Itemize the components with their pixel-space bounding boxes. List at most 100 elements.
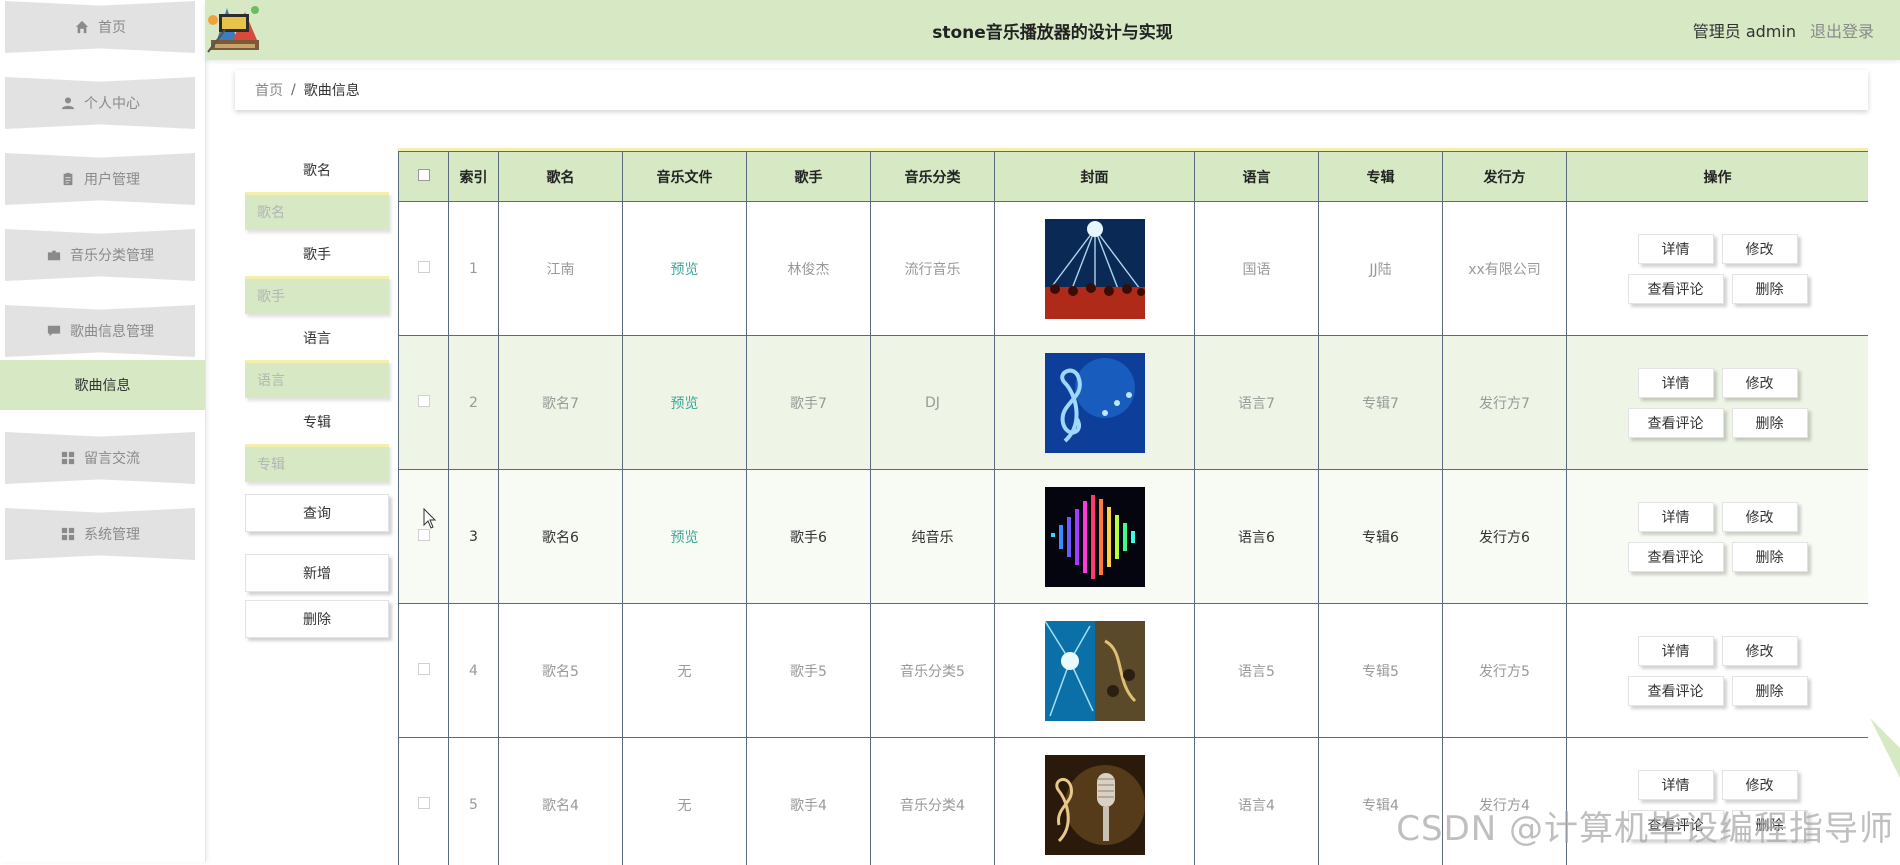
clipboard-icon — [60, 171, 76, 187]
detail-button[interactable]: 详情 — [1638, 234, 1714, 264]
breadcrumb-home[interactable]: 首页 — [255, 80, 283, 100]
actions-cell: 详情修改查看评论删除 — [1567, 470, 1869, 604]
language-input[interactable] — [245, 360, 389, 398]
row-checkbox[interactable] — [418, 797, 430, 809]
sidebar-subitem-song-info[interactable]: 歌曲信息 — [0, 360, 205, 410]
edit-button[interactable]: 修改 — [1722, 368, 1798, 398]
album-cell: 专辑6 — [1319, 470, 1443, 604]
edit-button[interactable]: 修改 — [1722, 234, 1798, 264]
publisher-cell: 发行方6 — [1443, 470, 1567, 604]
view-comments-button[interactable]: 查看评论 — [1628, 542, 1724, 572]
user-icon — [60, 95, 76, 111]
breadcrumb-separator: / — [291, 82, 296, 98]
column-header: 专辑 — [1319, 152, 1443, 202]
sidebar-item-label: 音乐分类管理 — [70, 245, 154, 265]
song-name-cell: 江南 — [499, 202, 623, 336]
delete-button[interactable]: 删除 — [1732, 542, 1808, 572]
sidebar-item-song-info[interactable]: 歌曲信息管理 — [5, 305, 195, 357]
song-name-input[interactable] — [245, 192, 389, 230]
chat-icon — [46, 323, 62, 339]
actions-cell: 详情修改查看评论删除 — [1567, 604, 1869, 738]
music-file-preview-link[interactable]: 预览 — [671, 262, 699, 278]
publisher-cell: xx有限公司 — [1443, 202, 1567, 336]
row-select-cell[interactable] — [399, 336, 449, 470]
delete-button[interactable]: 删除 — [1732, 676, 1808, 706]
cover-image — [1045, 395, 1145, 411]
breadcrumb: 首页 / 歌曲信息 — [235, 70, 1868, 110]
music-file-cell: 无 — [623, 738, 747, 865]
mouse-cursor-icon — [423, 508, 437, 530]
sidebar-item-label: 首页 — [98, 17, 126, 37]
delete-button[interactable]: 删除 — [1732, 408, 1808, 438]
edit-button[interactable]: 修改 — [1722, 770, 1798, 800]
music-file-preview-link[interactable]: 预览 — [671, 396, 699, 412]
sidebar-item-home[interactable]: 首页 — [5, 1, 195, 53]
album-input[interactable] — [245, 444, 389, 482]
singer-cell: 歌手7 — [747, 336, 871, 470]
language-cell: 语言5 — [1195, 604, 1319, 738]
album-cell: 专辑5 — [1319, 604, 1443, 738]
column-header: 音乐文件 — [623, 152, 747, 202]
row-checkbox[interactable] — [418, 261, 430, 273]
detail-button[interactable]: 详情 — [1638, 502, 1714, 532]
corner-decoration — [1870, 718, 1900, 778]
grid-icon — [60, 450, 76, 466]
delete-button[interactable]: 删除 — [1732, 274, 1808, 304]
cover-cell — [995, 336, 1195, 470]
singer-input[interactable] — [245, 276, 389, 314]
grid-icon — [60, 526, 76, 542]
column-header: 索引 — [449, 152, 499, 202]
sidebar-item-label: 系统管理 — [84, 524, 140, 544]
index-cell: 2 — [449, 336, 499, 470]
sidebar-item-label: 歌曲信息管理 — [70, 321, 154, 341]
folder-icon — [46, 247, 62, 263]
edit-button[interactable]: 修改 — [1722, 636, 1798, 666]
view-comments-button[interactable]: 查看评论 — [1628, 408, 1724, 438]
music-file-preview-link[interactable]: 预览 — [671, 530, 699, 546]
sidebar-item-messages[interactable]: 留言交流 — [5, 432, 195, 484]
row-checkbox[interactable] — [418, 395, 430, 407]
sidebar-item-music-category[interactable]: 音乐分类管理 — [5, 229, 195, 281]
category-cell: 音乐分类4 — [871, 738, 995, 865]
language-label: 语言 — [245, 328, 389, 348]
sidebar-item-system[interactable]: 系统管理 — [5, 508, 195, 560]
logout-link[interactable]: 退出登录 — [1810, 18, 1874, 42]
sidebar-item-profile[interactable]: 个人中心 — [5, 77, 195, 129]
select-all-cell[interactable] — [399, 152, 449, 202]
song-name-label: 歌名 — [245, 160, 389, 180]
category-cell: DJ — [871, 336, 995, 470]
song-name-cell: 歌名6 — [499, 470, 623, 604]
row-select-cell[interactable] — [399, 470, 449, 604]
view-comments-button[interactable]: 查看评论 — [1628, 676, 1724, 706]
table-row: 1江南预览林俊杰流行音乐国语JJ陆xx有限公司详情修改查看评论删除 — [399, 202, 1869, 336]
cover-cell — [995, 738, 1195, 865]
row-checkbox[interactable] — [418, 529, 430, 541]
table-row: 4歌名5无歌手5音乐分类5语言5专辑5发行方5详情修改查看评论删除 — [399, 604, 1869, 738]
home-icon — [74, 19, 90, 35]
cover-image — [1045, 797, 1145, 813]
cover-cell — [995, 604, 1195, 738]
index-cell: 4 — [449, 604, 499, 738]
column-header: 语言 — [1195, 152, 1319, 202]
album-cell: 专辑7 — [1319, 336, 1443, 470]
column-header: 发行方 — [1443, 152, 1567, 202]
detail-button[interactable]: 详情 — [1638, 368, 1714, 398]
watermark: CSDN @计算机毕设编程指导师 — [1396, 801, 1894, 850]
row-select-cell[interactable] — [399, 202, 449, 336]
actions-cell: 详情修改查看评论删除 — [1567, 336, 1869, 470]
add-button[interactable]: 新增 — [245, 554, 389, 592]
batch-delete-button[interactable]: 删除 — [245, 600, 389, 638]
sidebar-item-users[interactable]: 用户管理 — [5, 153, 195, 205]
view-comments-button[interactable]: 查看评论 — [1628, 274, 1724, 304]
page-title: stone音乐播放器的设计与实现 — [205, 0, 1900, 60]
sidebar-item-label: 留言交流 — [84, 448, 140, 468]
detail-button[interactable]: 详情 — [1638, 636, 1714, 666]
row-checkbox[interactable] — [418, 663, 430, 675]
row-select-cell[interactable] — [399, 738, 449, 865]
table-header-row: 索引 歌名 音乐文件 歌手 音乐分类 封面 语言 专辑 发行方 操作 — [399, 152, 1869, 202]
select-all-checkbox[interactable] — [418, 169, 430, 181]
query-button[interactable]: 查询 — [245, 494, 389, 532]
edit-button[interactable]: 修改 — [1722, 502, 1798, 532]
row-select-cell[interactable] — [399, 604, 449, 738]
detail-button[interactable]: 详情 — [1638, 770, 1714, 800]
